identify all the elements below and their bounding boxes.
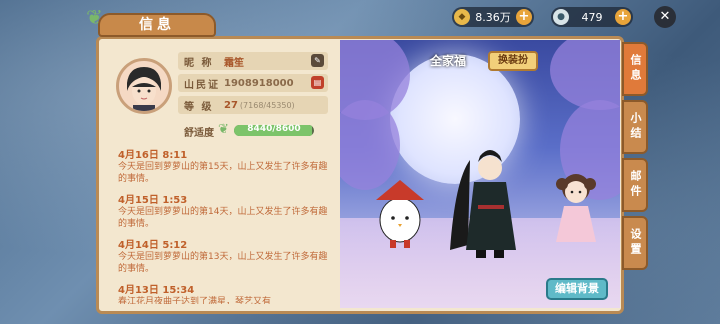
diary-log[interactable]: 4月16日 8:11 今天是回到萝萝山的第15天，山上又发生了许多有趣的事情。 … bbox=[118, 146, 330, 304]
avatar-portrait bbox=[127, 67, 161, 111]
level-row: 等 级 27 (7168/45350) bbox=[178, 96, 328, 114]
close-button[interactable]: ✕ bbox=[654, 6, 676, 28]
id-row: 山民证 1908918000 ▤ bbox=[178, 74, 328, 92]
nickname-row: 昵 称 霜笙 ✎ bbox=[178, 52, 328, 70]
copy-icon[interactable]: ▤ bbox=[311, 76, 324, 89]
panel-title-text: 信息 bbox=[139, 17, 175, 33]
id-label: 山民证 bbox=[184, 79, 220, 91]
characters bbox=[376, 150, 596, 258]
entry-date: 4月13日 15:34 bbox=[118, 285, 195, 296]
tab-label: 邮件 bbox=[629, 170, 642, 200]
entry-text: 今天是回到萝萝山的第14天，山上又发生了许多有趣的事情。 bbox=[118, 207, 328, 229]
add-jade-button[interactable]: + bbox=[615, 9, 631, 25]
entry-date: 4月15日 1:53 bbox=[118, 195, 188, 206]
edit-background-button[interactable]: 编辑背景 bbox=[546, 278, 608, 300]
profile-section: 昵 称 霜笙 ✎ 山民证 1908918000 ▤ 等 级 27 (7168/4… bbox=[104, 44, 336, 308]
jade-value: 479 bbox=[581, 10, 603, 24]
avatar[interactable] bbox=[116, 58, 172, 114]
girl-character bbox=[556, 174, 596, 242]
tab-label: 小结 bbox=[629, 112, 642, 142]
tab-mail[interactable]: 邮件 bbox=[622, 158, 648, 212]
hat-chick-character bbox=[376, 180, 424, 248]
radish-icon: ❦ bbox=[218, 122, 229, 137]
entry-date: 4月14日 5:12 bbox=[118, 240, 188, 251]
family-photo-scene bbox=[340, 40, 620, 308]
swordsman-character bbox=[450, 150, 516, 258]
list-item: 4月13日 15:34 春江花月夜曲子达到了满星，琴艺又有 bbox=[118, 281, 330, 304]
gold-currency: ◆ 8.36万 + bbox=[452, 7, 534, 27]
panel-title: ❦ 信息 bbox=[86, 7, 216, 37]
scene-name: 全家福 bbox=[430, 54, 467, 68]
entry-text: 今天是回到萝萝山的第13天，山上又发生了许多有趣的事情。 bbox=[118, 252, 328, 274]
change-outfit-button[interactable]: 换装扮 bbox=[488, 51, 538, 71]
level-label: 等 级 bbox=[184, 101, 214, 113]
jade-coin-icon: ● bbox=[553, 9, 569, 25]
level-exp: (7168/45350) bbox=[239, 100, 295, 110]
gold-coin-icon: ◆ bbox=[454, 9, 470, 25]
tab-settings[interactable]: 设置 bbox=[622, 216, 648, 270]
tab-label: 设置 bbox=[629, 228, 642, 258]
list-item: 4月14日 5:12 今天是回到萝萝山的第13天，山上又发生了许多有趣的事情。 bbox=[118, 236, 330, 275]
edit-icon[interactable]: ✎ bbox=[311, 54, 324, 67]
comfort-label: 舒适度 bbox=[184, 128, 214, 139]
tab-label: 信息 bbox=[629, 54, 642, 84]
entry-text: 春江花月夜曲子达到了满星，琴艺又有 bbox=[118, 297, 272, 304]
jade-currency: ● 479 + bbox=[551, 7, 633, 27]
radish-icon: ❦ bbox=[86, 5, 107, 29]
entry-text: 今天是回到萝萝山的第15天，山上又发生了许多有趣的事情。 bbox=[118, 162, 328, 184]
tab-summary[interactable]: 小结 bbox=[622, 100, 648, 154]
level-value: 27 bbox=[224, 99, 238, 111]
nickname-value: 霜笙 bbox=[224, 57, 244, 69]
gold-value: 8.36万 bbox=[475, 11, 511, 24]
comfort-value: 8440/8600 bbox=[247, 124, 301, 134]
add-gold-button[interactable]: + bbox=[516, 9, 532, 25]
id-value: 1908918000 bbox=[224, 77, 294, 89]
nickname-label: 昵 称 bbox=[184, 57, 214, 69]
list-item: 4月15日 1:53 今天是回到萝萝山的第14天，山上又发生了许多有趣的事情。 bbox=[118, 191, 330, 230]
entry-date: 4月16日 8:11 bbox=[118, 150, 188, 161]
list-item: 4月16日 8:11 今天是回到萝萝山的第15天，山上又发生了许多有趣的事情。 bbox=[118, 146, 330, 185]
tab-info[interactable]: 信息 bbox=[622, 42, 648, 96]
